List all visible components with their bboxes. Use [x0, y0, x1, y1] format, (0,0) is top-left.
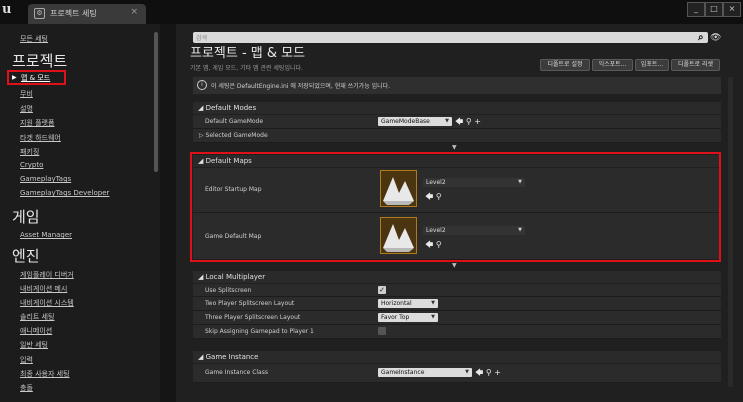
search-placeholder: 검색 [196, 35, 208, 42]
sidebar-item-animation[interactable]: 애니메이션 [20, 326, 52, 336]
dropdown-value: Horizontal [381, 300, 412, 307]
row-selected-gamemode: ▷ Selected GameMode [193, 129, 721, 143]
minimize-button[interactable]: _ [687, 2, 705, 17]
settings-tab-icon: ⚙ [34, 8, 45, 19]
title-bar: u ⚙ 프로젝트 세팅 × _ □ × [0, 0, 743, 24]
sidebar-scrollbar[interactable] [154, 32, 158, 172]
sidebar-item-collision[interactable]: 충돌 [20, 383, 33, 393]
chevron-down-icon: ▼ [445, 118, 449, 124]
row-label: Two Player Splitscreen Layout [205, 300, 295, 307]
tab-close-icon[interactable]: × [130, 7, 138, 17]
tab-label: 프로젝트 세팅 [50, 9, 97, 18]
chevron-down-icon: ▼ [465, 369, 469, 375]
sidebar-item-input[interactable]: 입력 [20, 355, 33, 365]
use-selected-icon[interactable]: 🡄 [475, 368, 483, 377]
set-as-default-button[interactable]: 디폴트로 설정 [540, 59, 590, 71]
sidebar-item-maps-modes[interactable]: ▶ 맵 & 모드 [7, 70, 66, 85]
sidebar-item-general-settings[interactable]: 일반 세팅 [20, 340, 48, 350]
page-subtitle: 기본 맵, 게임 모드, 기타 맵 관련 세팅입니다. [190, 65, 303, 72]
main-scrollbar[interactable] [728, 77, 733, 387]
sidebar-item-supported-platforms[interactable]: 지원 플랫폼 [20, 118, 54, 128]
browse-search-icon[interactable]: ⚲ [486, 368, 492, 377]
dropdown-value: GameInstance [381, 369, 425, 376]
category-project: 프로젝트 [12, 52, 68, 70]
category-game: 게임 [12, 208, 40, 226]
export-button[interactable]: 익스포트... [592, 59, 633, 71]
config-notice: i 이 세팅은 DefaultEngine.ini 에 저장되었으며, 현재 쓰… [193, 77, 721, 94]
game-instance-class-dropdown[interactable]: GameInstance ▼ [378, 368, 472, 377]
sidebar-item-all-settings[interactable]: 모든 세팅 [20, 34, 48, 44]
close-window-button[interactable]: × [723, 2, 741, 17]
add-icon[interactable]: + [474, 117, 481, 126]
row-use-splitscreen: Use Splitscreen [193, 284, 721, 297]
highlight-box [190, 152, 721, 262]
row-skip-gamepad: Skip Assigning Gamepad to Player 1 [193, 325, 721, 339]
row-label: Skip Assigning Gamepad to Player 1 [205, 328, 314, 335]
sidebar-item-solid-settings[interactable]: 솔리트 세팅 [20, 312, 54, 322]
sidebar-item-navigation-system[interactable]: 내비게이션 시스템 [20, 298, 74, 308]
gamemode-dropdown[interactable]: GameModeBase ▼ [378, 117, 452, 126]
sidebar-item-target-hardware[interactable]: 타겟 하드웨어 [20, 133, 61, 143]
use-splitscreen-checkbox[interactable]: ✓ [378, 286, 386, 294]
section-header-game-instance[interactable]: ◢ Game Instance [193, 351, 721, 363]
three-player-layout-dropdown[interactable]: Favor Top ▼ [378, 313, 438, 322]
row-label: Default GameMode [205, 118, 264, 125]
sidebar-item-description[interactable]: 설명 [20, 104, 33, 114]
two-player-layout-dropdown[interactable]: Horizontal ▼ [378, 299, 438, 308]
sidebar-item-gameplay-tags-developer[interactable]: GameplayTags Developer [20, 189, 109, 197]
add-icon[interactable]: + [494, 368, 501, 377]
row-label: Three Player Splitscreen Layout [205, 314, 301, 321]
skip-gamepad-checkbox[interactable] [378, 327, 386, 335]
tab-project-settings[interactable]: ⚙ 프로젝트 세팅 × [28, 4, 146, 24]
category-engine: 엔진 [12, 247, 40, 265]
chevron-down-icon: ▼ [431, 314, 435, 320]
section-header-local-multiplayer[interactable]: ◢ Local Multiplayer [193, 271, 721, 283]
game-instance-actions: 🡄 ⚲ + [475, 367, 501, 381]
row-label: Game Instance Class [205, 369, 268, 376]
dropdown-value: GameModeBase [381, 118, 430, 125]
sidebar-item-gameplay-tags[interactable]: GameplayTags [20, 175, 71, 183]
section-header-default-modes[interactable]: ◢ Default Modes [193, 102, 721, 114]
section-title: ◢ Game Instance [198, 353, 259, 361]
expand-arrow-icon[interactable]: ▼ [452, 144, 457, 151]
search-icon[interactable]: ⌕ [698, 32, 704, 43]
sidebar-item-navigation-mesh[interactable]: 내비게이션 메시 [20, 284, 67, 294]
use-selected-icon[interactable]: 🡄 [455, 117, 463, 126]
sidebar-item-end-user-settings[interactable]: 최종 사용자 세팅 [20, 369, 70, 379]
dropdown-value: Favor Top [381, 314, 410, 321]
maximize-button[interactable]: □ [705, 2, 723, 17]
row-three-player-layout: Three Player Splitscreen Layout [193, 311, 721, 325]
page-title: 프로젝트 - 맵 & 모드 [190, 46, 306, 61]
sidebar-item-label: 맵 & 모드 [21, 74, 51, 82]
sidebar-item-crypto[interactable]: Crypto [20, 161, 43, 169]
sidebar-item-asset-manager[interactable]: Asset Manager [20, 231, 72, 239]
unreal-logo-icon: u [2, 2, 12, 17]
section-title: ◢ Default Modes [198, 104, 257, 112]
eye-icon[interactable]: 👁 [710, 33, 721, 43]
selected-arrow-icon: ▶ [12, 74, 17, 81]
row-label: Use Splitscreen [205, 287, 252, 294]
expand-arrow-icon[interactable]: ▼ [452, 262, 457, 269]
sidebar-item-gameplay-debugger[interactable]: 게임플레이 디버거 [20, 270, 74, 280]
chevron-down-icon: ▼ [431, 300, 435, 306]
sidebar-item-packaging[interactable]: 패키징 [20, 147, 39, 157]
notice-text: 이 세팅은 DefaultEngine.ini 에 저장되었으며, 현재 쓰기가… [211, 83, 391, 90]
reset-to-defaults-button[interactable]: 디폴트로 리셋 [671, 59, 720, 71]
import-button[interactable]: 임포트... [635, 59, 669, 71]
browse-search-icon[interactable]: ⚲ [466, 117, 472, 126]
gamemode-actions: 🡄 ⚲ + [455, 116, 481, 130]
row-two-player-layout: Two Player Splitscreen Layout [193, 297, 721, 311]
row-label: ▷ Selected GameMode [199, 132, 268, 139]
sidebar-item-movies[interactable]: 무비 [20, 89, 33, 99]
info-icon: i [197, 80, 207, 90]
section-title: ◢ Local Multiplayer [198, 273, 266, 281]
